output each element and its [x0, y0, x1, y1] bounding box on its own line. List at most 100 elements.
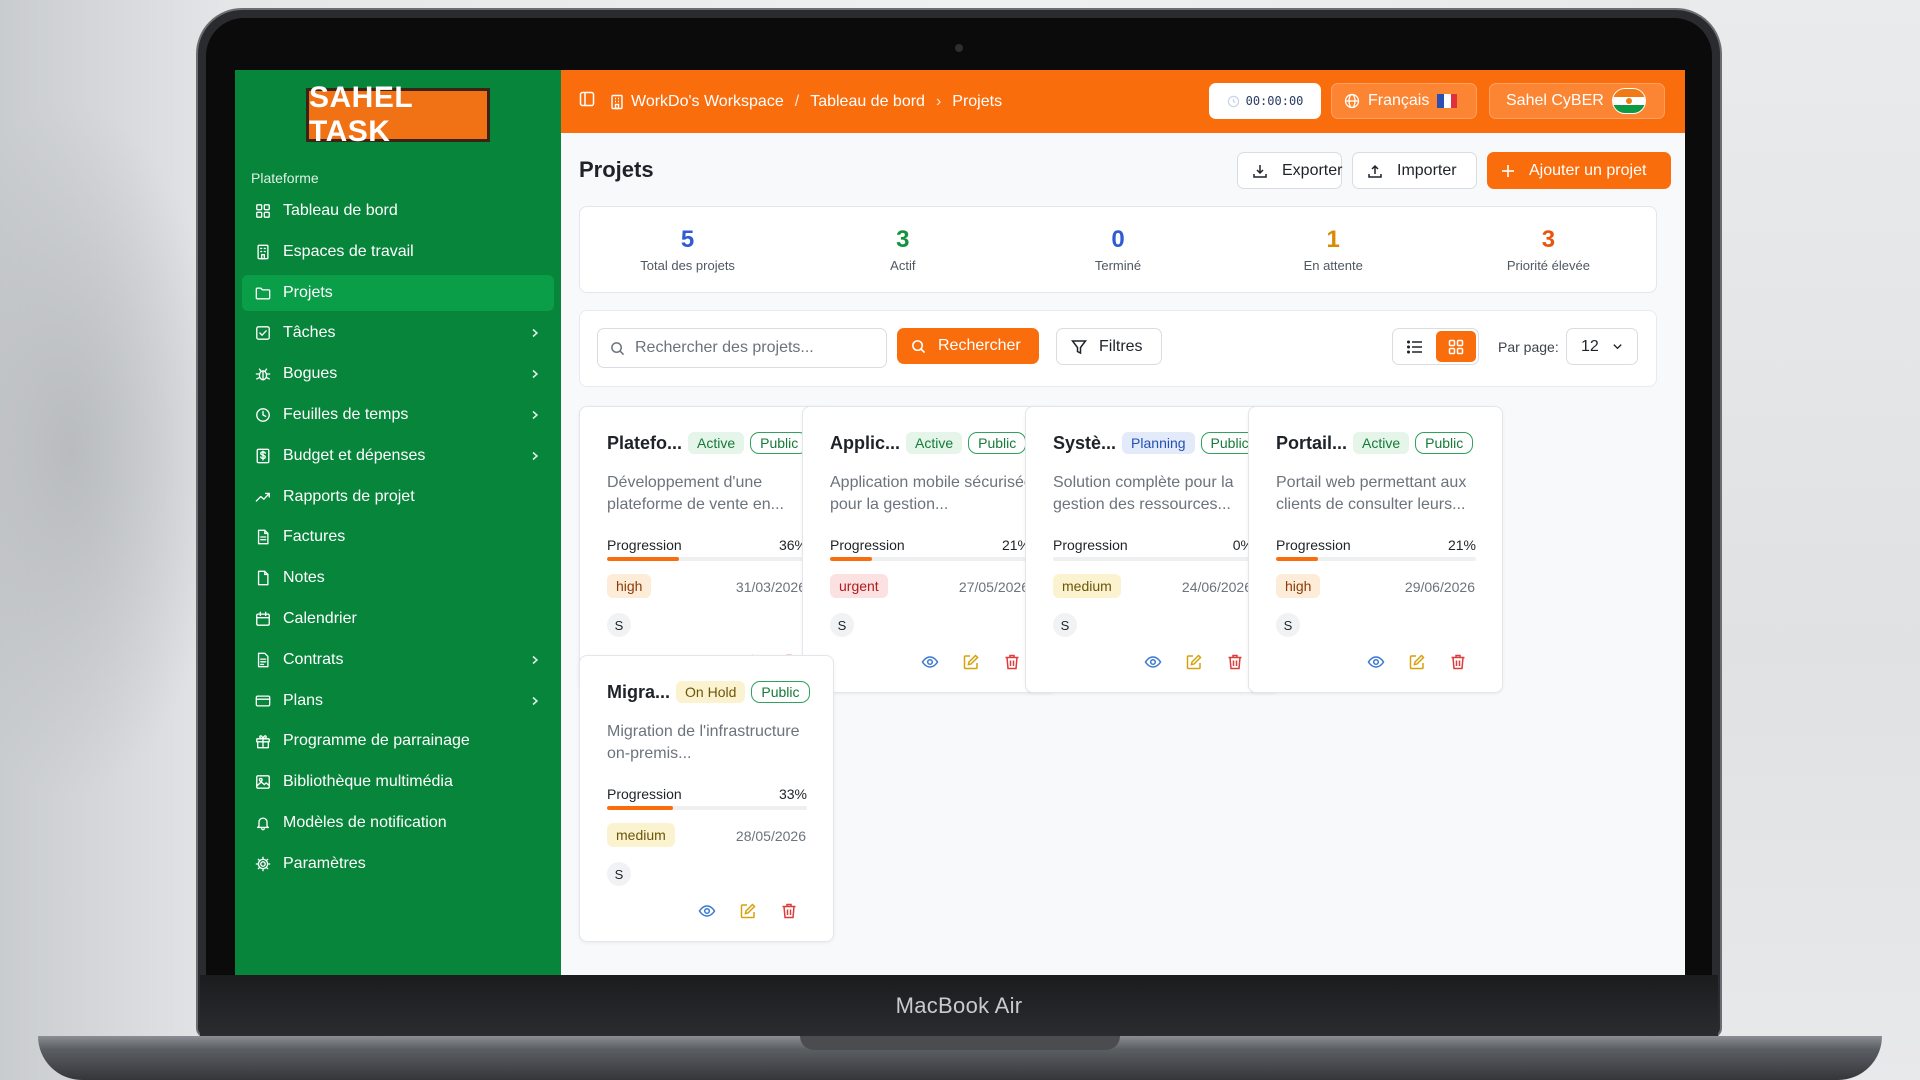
- import-button[interactable]: Importer: [1352, 152, 1477, 189]
- import-label: Importer: [1397, 161, 1457, 179]
- sidebar-item-feuilles-de-temps[interactable]: Feuilles de temps: [242, 397, 554, 433]
- sidebar-item-label: Calendrier: [283, 609, 357, 627]
- filters-button[interactable]: Filtres: [1056, 328, 1162, 365]
- avatar[interactable]: S: [1276, 613, 1300, 637]
- sidebar-item-budget-et-depenses[interactable]: Budget et dépenses: [242, 438, 554, 474]
- delete-trash-icon[interactable]: [1003, 653, 1022, 672]
- clock-icon: [254, 406, 272, 424]
- status-badge: On Hold: [676, 681, 746, 703]
- sidebar-item-label: Plans: [283, 691, 324, 709]
- project-title[interactable]: Portail...: [1276, 433, 1347, 454]
- sidebar-item-parametres[interactable]: Paramètres: [242, 846, 554, 882]
- view-eye-icon[interactable]: [921, 653, 940, 672]
- bell-icon: [254, 814, 272, 832]
- project-card[interactable]: Migra... On Hold Public Migration de l'infr…: [579, 655, 834, 942]
- delete-trash-icon[interactable]: [780, 902, 799, 921]
- sidebar-item-bibliotheque-multimedia[interactable]: Bibliothèque multimédia: [242, 764, 554, 800]
- breadcrumb-dashboard[interactable]: Tableau de bord: [810, 93, 925, 111]
- card-header: Applic... Active Public: [830, 432, 1027, 454]
- per-page-label: Par page:: [1498, 339, 1559, 355]
- status-badge: Active: [1353, 432, 1410, 454]
- add-project-button[interactable]: Ajouter un projet: [1487, 152, 1671, 189]
- project-title[interactable]: Migra...: [607, 682, 670, 703]
- add-project-label: Ajouter un projet: [1529, 161, 1647, 179]
- stat-value: 5: [680, 226, 695, 253]
- sidebar-item-calendrier[interactable]: Calendrier: [242, 601, 554, 637]
- card-header: Systè... Planning Public: [1053, 432, 1259, 454]
- sidebar-item-modeles-de-notification[interactable]: Modèles de notification: [242, 805, 554, 841]
- sidebar-item-taches[interactable]: Tâches: [242, 315, 554, 351]
- sidebar-item-programme-de-parrainage[interactable]: Programme de parrainage: [242, 723, 554, 759]
- sidebar-item-label: Bogues: [283, 365, 338, 383]
- project-card[interactable]: Applic... Active Public Application mobile …: [802, 406, 1057, 693]
- progress-fill: [830, 557, 872, 561]
- breadcrumb-projects: Projets: [952, 92, 1003, 110]
- progress-label: Progression: [607, 537, 682, 553]
- toggle-sidebar-icon[interactable]: [579, 91, 595, 112]
- progress-row: Progression 21%: [830, 537, 1030, 553]
- sidebar-item-plans[interactable]: Plans: [242, 683, 554, 719]
- progress-label: Progression: [607, 786, 682, 802]
- sidebar-item-tableau-de-bord[interactable]: Tableau de bord: [242, 193, 554, 229]
- sidebar-item-factures[interactable]: Factures: [242, 519, 554, 555]
- project-title[interactable]: Applic...: [830, 433, 900, 454]
- project-description: Solution complète pour la gestion des re…: [1053, 474, 1234, 513]
- stat-value: 3: [896, 226, 910, 253]
- project-stats: 5 Total des projets 3 Actif 0 Terminé 1 En atte…: [579, 206, 1657, 293]
- per-page-select[interactable]: 12: [1566, 328, 1638, 365]
- time-tracker[interactable]: 00:00:00: [1209, 83, 1321, 119]
- search-input[interactable]: [635, 339, 875, 357]
- search-button[interactable]: Rechercher: [897, 328, 1039, 364]
- export-button[interactable]: Exporter: [1237, 152, 1342, 189]
- delete-trash-icon[interactable]: [1226, 653, 1245, 672]
- calendar-icon: [254, 610, 272, 628]
- delete-trash-icon[interactable]: [1449, 653, 1468, 672]
- stat-label: Total des projets: [640, 258, 735, 273]
- view-eye-icon[interactable]: [1144, 653, 1163, 672]
- status-badge: Active: [688, 432, 745, 454]
- sidebar-item-notes[interactable]: Notes: [242, 560, 554, 596]
- language-label: Français: [1368, 92, 1430, 109]
- building-icon: [609, 94, 625, 110]
- view-eye-icon[interactable]: [698, 902, 717, 921]
- building-icon: [254, 243, 272, 261]
- progress-label: Progression: [830, 537, 905, 553]
- sidebar-item-label: Bibliothèque multimédia: [283, 773, 453, 791]
- project-title[interactable]: Platefo...: [607, 433, 682, 454]
- contract-icon: [254, 651, 272, 669]
- avatar[interactable]: S: [607, 613, 631, 637]
- sidebar-item-contrats[interactable]: Contrats: [242, 642, 554, 678]
- language-selector[interactable]: Français: [1331, 83, 1477, 119]
- sidebar-item-projets[interactable]: Projets: [242, 274, 554, 311]
- project-title[interactable]: Systè...: [1053, 433, 1116, 454]
- edit-pencil-icon[interactable]: [1408, 653, 1427, 672]
- avatar[interactable]: S: [1053, 613, 1077, 637]
- edit-pencil-icon[interactable]: [962, 653, 981, 672]
- progress-value: 21%: [1447, 537, 1476, 553]
- project-card[interactable]: Systè... Planning Public Solution complète …: [1025, 406, 1280, 693]
- sidebar-item-bogues[interactable]: Bogues: [242, 356, 554, 392]
- app-logo[interactable]: SAHEL TASK: [306, 81, 490, 148]
- project-card[interactable]: Platefo... Active Public Développement d'un…: [579, 406, 834, 693]
- due-date: 31/03/2026: [735, 579, 806, 595]
- sidebar-item-rapports-de-projet[interactable]: Rapports de projet: [242, 479, 554, 515]
- sidebar-item-espaces-de-travail[interactable]: Espaces de travail: [242, 234, 554, 270]
- project-card[interactable]: Portail... Active Public Portail web permet…: [1248, 406, 1503, 693]
- avatar[interactable]: S: [830, 613, 854, 637]
- filter-bar: Rechercher Filtres Par page: 12: [579, 310, 1657, 387]
- france-flag-icon: [1437, 94, 1458, 108]
- breadcrumb-separator: /: [794, 92, 800, 110]
- card-header: Platefo... Active Public: [607, 432, 809, 454]
- view-eye-icon[interactable]: [1367, 653, 1386, 672]
- chevron-right-icon: [530, 366, 540, 382]
- upload-icon: [1367, 163, 1383, 179]
- grid-view-icon[interactable]: [1435, 331, 1476, 362]
- user-menu[interactable]: Sahel CyBER: [1489, 83, 1665, 119]
- top-bar: WorkDo's Workspace / Tableau de bord › P…: [561, 70, 1685, 133]
- edit-pencil-icon[interactable]: [1185, 653, 1204, 672]
- list-view-icon[interactable]: [1395, 331, 1436, 362]
- progress-fill: [607, 557, 679, 561]
- edit-pencil-icon[interactable]: [739, 902, 758, 921]
- avatar[interactable]: S: [607, 862, 631, 886]
- breadcrumb-workspace[interactable]: WorkDo's Workspace: [631, 93, 784, 111]
